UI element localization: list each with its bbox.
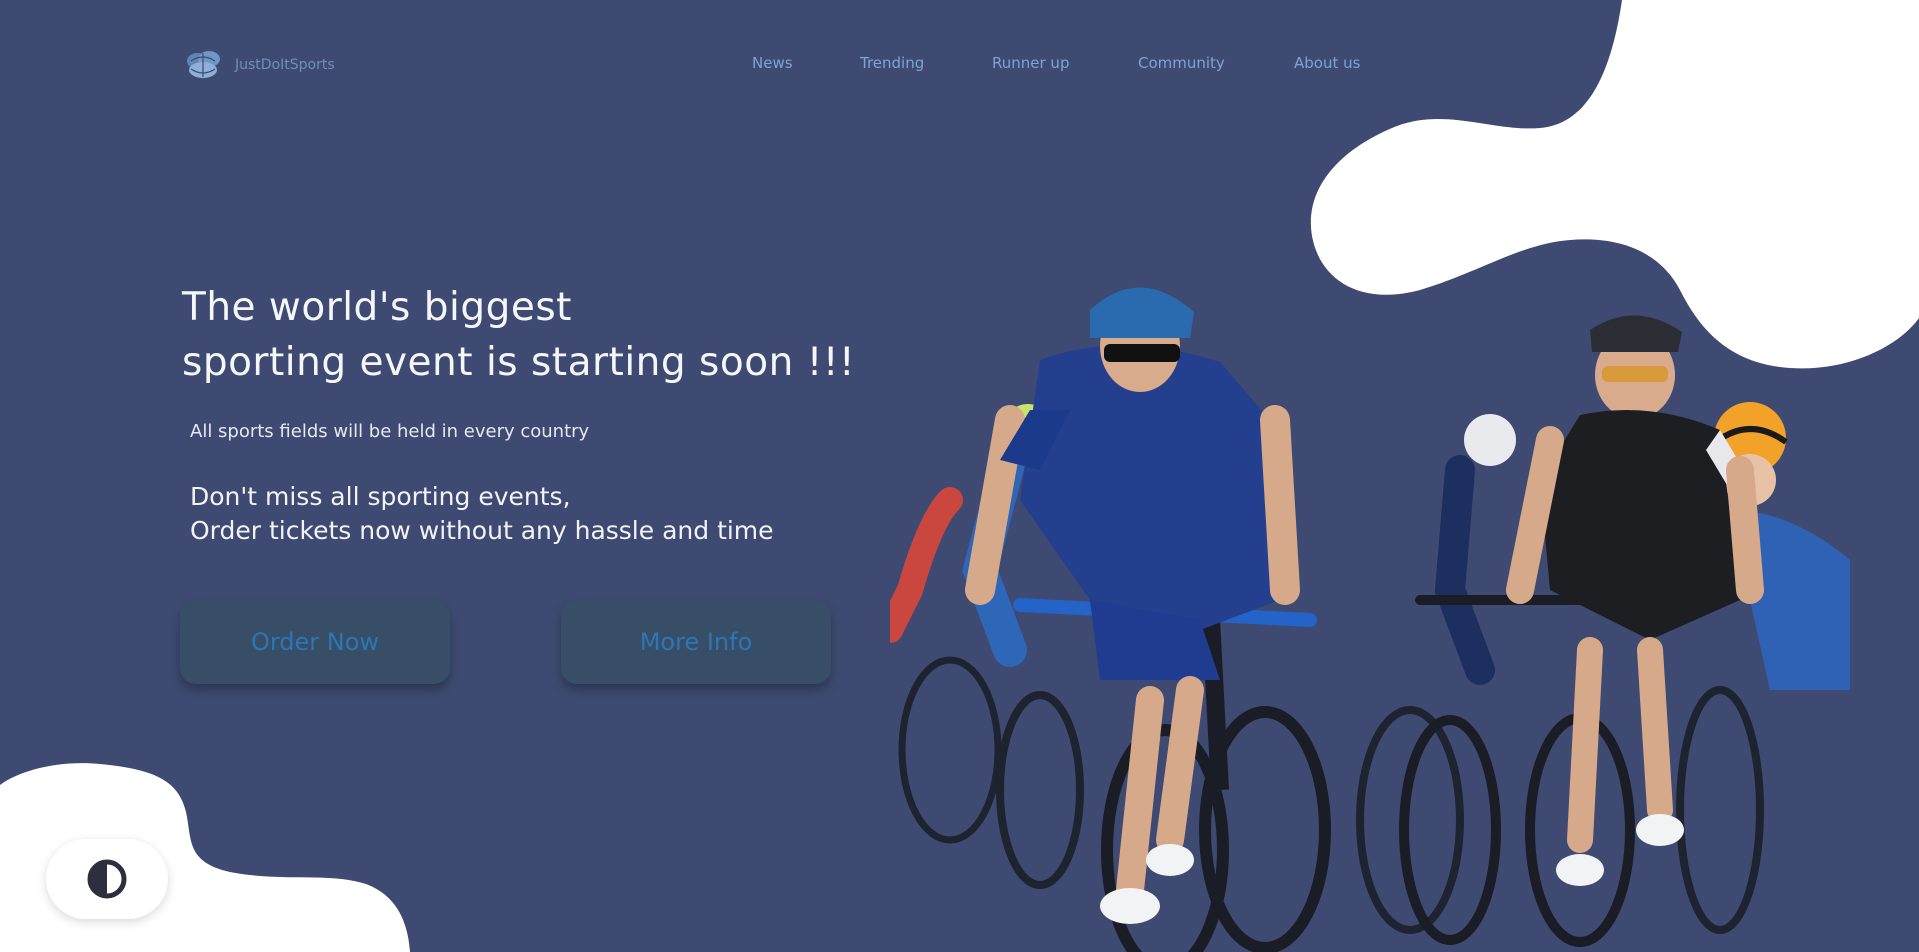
landing-page: JustDoItSports News Trending Runner up C… [0, 0, 1919, 952]
cyclists-photo [890, 287, 1850, 952]
nav-item-news[interactable]: News [752, 54, 793, 72]
rider-front-center [965, 287, 1331, 952]
nav-item-runner-up[interactable]: Runner up [992, 54, 1069, 72]
hero-title-line-2: sporting event is starting soon !!! [182, 340, 856, 385]
hero-description-line-1: Don't miss all sporting events, [190, 482, 571, 511]
hero-title: The world's biggest sporting event is st… [182, 280, 855, 390]
brand-logo[interactable]: JustDoItSports [181, 49, 335, 81]
hero-description-line-2: Order tickets now without any hassle and… [190, 516, 774, 545]
order-now-button[interactable]: Order Now [180, 600, 450, 684]
hero-description: Don't miss all sporting events, Order ti… [190, 480, 774, 548]
contrast-icon [87, 859, 127, 899]
theme-toggle-button[interactable] [46, 839, 168, 919]
hero-subtitle: All sports fields will be held in every … [190, 421, 590, 442]
brand-name: JustDoItSports [235, 57, 335, 73]
nav-item-community[interactable]: Community [1138, 54, 1225, 72]
more-info-button[interactable]: More Info [561, 600, 831, 684]
nav-item-about-us[interactable]: About us [1294, 54, 1360, 72]
globe-logo-icon [187, 51, 220, 78]
hero-title-line-1: The world's biggest [182, 285, 572, 330]
nav-item-trending[interactable]: Trending [860, 54, 924, 72]
